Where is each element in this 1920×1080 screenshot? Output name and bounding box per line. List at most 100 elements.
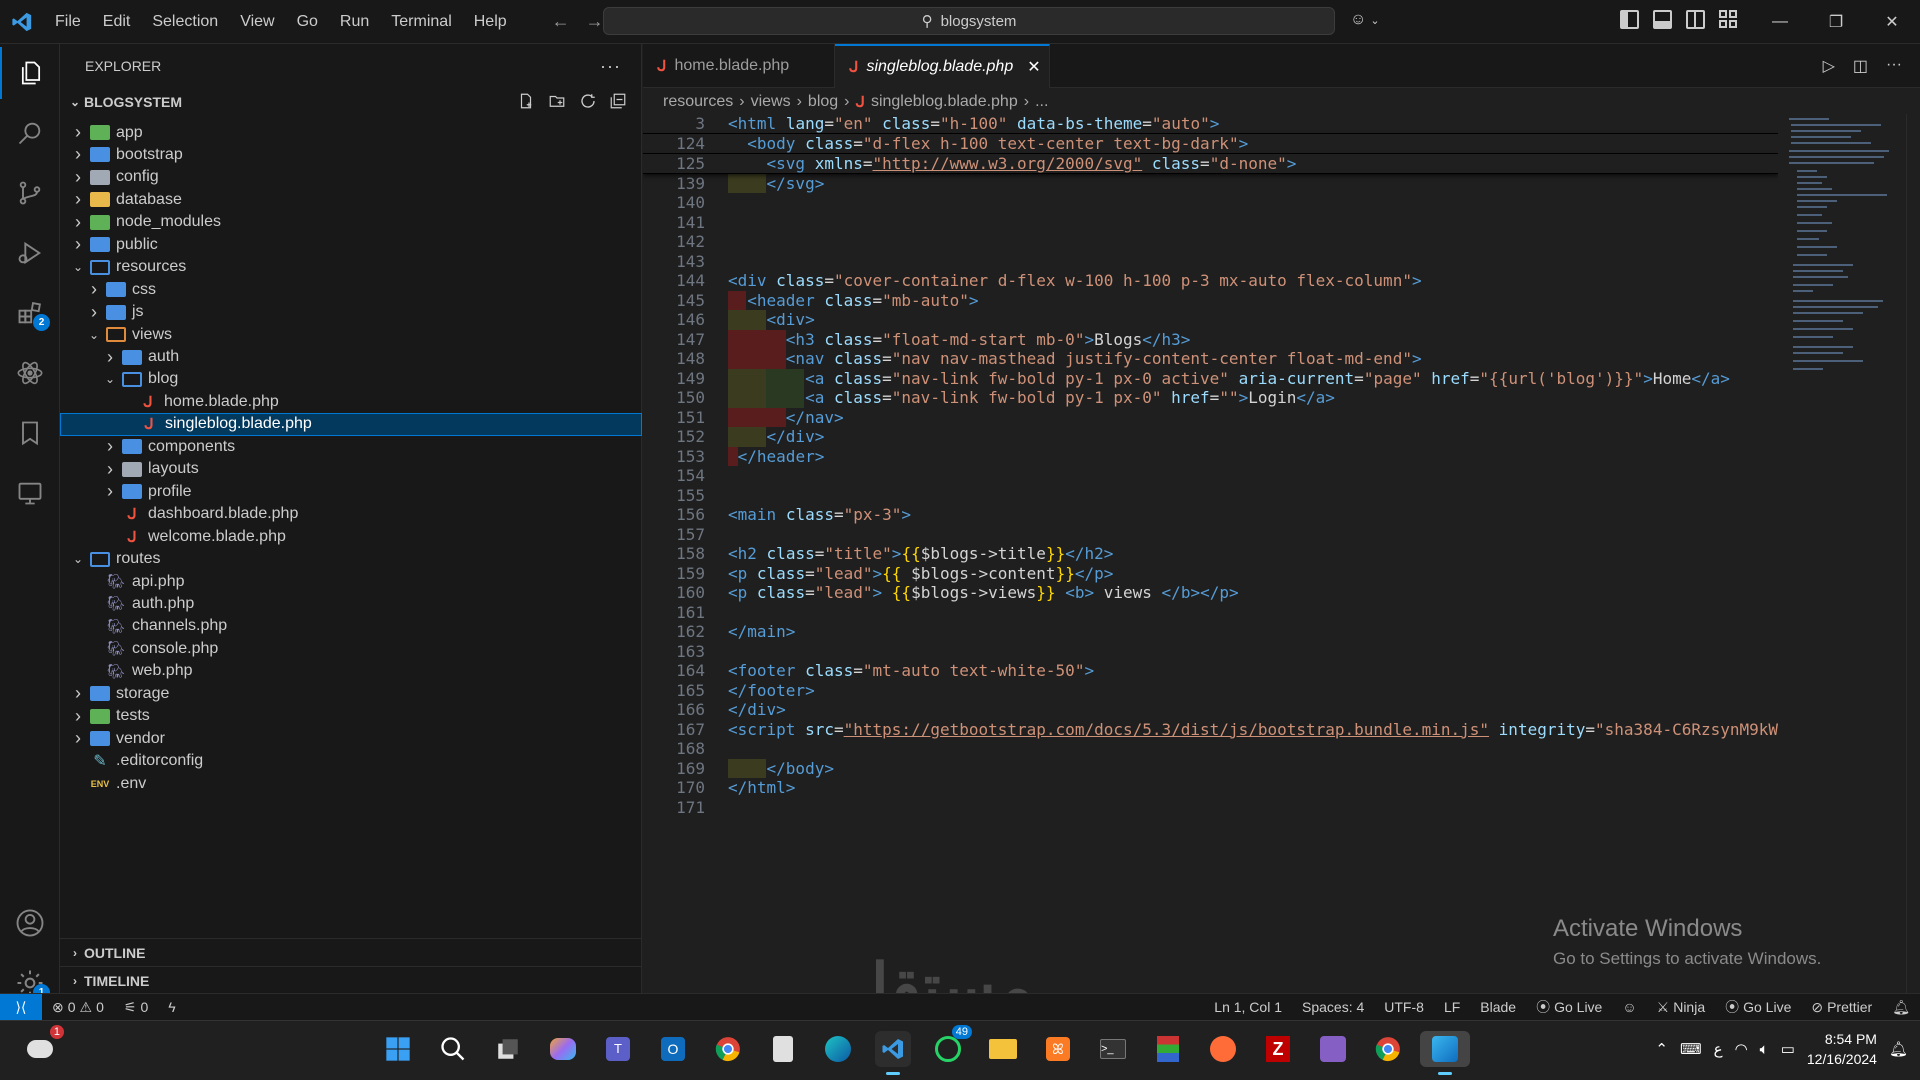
visual-studio-app-icon[interactable] bbox=[1315, 1031, 1351, 1067]
split-editor-icon[interactable]: ◫ bbox=[1853, 56, 1868, 76]
calculator-app-icon[interactable] bbox=[765, 1031, 801, 1067]
code-line[interactable]: 150 <a class="nav-link fw-bold py-1 px-0… bbox=[643, 388, 1778, 408]
menu-file[interactable]: File bbox=[44, 0, 92, 44]
tree-item[interactable]: ⌄ blog bbox=[60, 368, 642, 391]
prettier-button[interactable]: ⊘ Prettier bbox=[1801, 999, 1882, 1016]
chrome-app-icon-2[interactable] bbox=[1370, 1031, 1406, 1067]
indentation[interactable]: Spaces: 4 bbox=[1292, 999, 1374, 1015]
code-line[interactable]: 162 </main> bbox=[643, 622, 1778, 642]
clock[interactable]: 8:54 PM 12/16/2024 bbox=[1807, 1029, 1877, 1069]
refresh-icon[interactable] bbox=[579, 92, 597, 113]
extensions-icon[interactable]: 2 bbox=[0, 287, 60, 339]
tree-item[interactable]: ✎ .editorconfig bbox=[60, 750, 642, 773]
code-line[interactable]: 163 bbox=[643, 642, 1778, 662]
wifi-icon[interactable]: ◠ bbox=[1735, 1040, 1748, 1058]
tree-item[interactable]: ⌄ views bbox=[60, 323, 642, 346]
tree-item[interactable]: 🐘︎ console.php bbox=[60, 637, 642, 660]
more-actions-icon[interactable]: ··· bbox=[600, 56, 621, 77]
tree-item[interactable]: 🐘︎ channels.php bbox=[60, 615, 642, 638]
go-live-button[interactable]: ⦿ Go Live bbox=[1526, 997, 1612, 1017]
code-line[interactable]: 159 <p class="lead">{{ $blogs->content}}<… bbox=[643, 564, 1778, 584]
code-line[interactable]: 157 bbox=[643, 525, 1778, 545]
breadcrumb-item[interactable]: blog bbox=[808, 93, 838, 111]
timeline-section[interactable]: › TIMELINE bbox=[60, 966, 642, 994]
accounts-icon[interactable] bbox=[0, 897, 60, 949]
code-line[interactable]: 142 bbox=[643, 232, 1778, 252]
tree-item[interactable]: › auth bbox=[60, 346, 642, 369]
code-line[interactable]: 139 </svg> bbox=[643, 174, 1778, 194]
encoding[interactable]: UTF-8 bbox=[1374, 999, 1434, 1015]
code-line[interactable]: 155 bbox=[643, 486, 1778, 506]
breadcrumb-item[interactable]: views bbox=[751, 93, 791, 111]
tree-item[interactable]: › layouts bbox=[60, 458, 642, 481]
breadcrumb-item[interactable]: resources bbox=[663, 93, 733, 111]
tree-item[interactable]: › node_modules bbox=[60, 211, 642, 234]
file-explorer-app-icon[interactable] bbox=[985, 1031, 1021, 1067]
tree-item[interactable]: › app bbox=[60, 121, 642, 144]
toggle-primary-sidebar-icon[interactable] bbox=[1620, 10, 1639, 29]
customize-layout-icon[interactable] bbox=[1719, 10, 1738, 29]
close-button[interactable]: ✕ bbox=[1864, 0, 1920, 44]
menu-terminal[interactable]: Terminal bbox=[380, 0, 462, 44]
code-line[interactable]: 156 <main class="px-3"> bbox=[643, 505, 1778, 525]
tree-item[interactable]: 🐘︎ auth.php bbox=[60, 592, 642, 615]
search-icon[interactable] bbox=[0, 107, 60, 159]
code-line[interactable]: 151 </nav> bbox=[643, 408, 1778, 428]
vertical-scrollbar[interactable] bbox=[1906, 114, 1920, 993]
edge-app-icon[interactable] bbox=[820, 1031, 856, 1067]
tree-item[interactable]: 🐘︎ api.php bbox=[60, 570, 642, 593]
code-line[interactable]: 158 <h2 class="title">{{$blogs->title}}</… bbox=[643, 544, 1778, 564]
menu-help[interactable]: Help bbox=[463, 0, 518, 44]
code-line[interactable]: 171 bbox=[643, 798, 1778, 818]
copilot-status-icon[interactable]: ☺ bbox=[1612, 999, 1646, 1015]
sticky-scroll-line[interactable]: 3 <html lang="en" class="h-100" data-bs-t… bbox=[643, 114, 1778, 134]
toggle-secondary-sidebar-icon[interactable] bbox=[1686, 10, 1705, 29]
code-line[interactable]: 168 bbox=[643, 739, 1778, 759]
menu-view[interactable]: View bbox=[229, 0, 285, 44]
notifications-bell-icon[interactable]: 🔔︎ bbox=[1882, 999, 1920, 1016]
tab-home-blade[interactable]: ᒍ home.blade.php bbox=[643, 44, 835, 88]
tree-item[interactable]: › profile bbox=[60, 480, 642, 503]
minimap[interactable] bbox=[1783, 114, 1903, 993]
code-line[interactable]: 166 </div> bbox=[643, 700, 1778, 720]
minimize-button[interactable]: — bbox=[1752, 0, 1808, 44]
tree-item[interactable]: › components bbox=[60, 435, 642, 458]
tree-item[interactable]: › bootstrap bbox=[60, 143, 642, 166]
run-debug-icon[interactable] bbox=[0, 227, 60, 279]
remote-explorer-icon[interactable] bbox=[0, 467, 60, 519]
copilot-app-icon[interactable] bbox=[545, 1031, 581, 1067]
menu-run[interactable]: Run bbox=[329, 0, 380, 44]
code-editor[interactable]: 138 </symbol>139 </svg>140141142143144<d… bbox=[643, 114, 1778, 993]
weather-widget-icon[interactable]: 1 bbox=[22, 1025, 64, 1067]
tree-item[interactable]: ᒍ home.blade.php bbox=[60, 390, 642, 413]
code-line[interactable]: 170 </html> bbox=[643, 778, 1778, 798]
search-taskbar-icon[interactable] bbox=[435, 1031, 471, 1067]
code-line[interactable]: 141 bbox=[643, 213, 1778, 233]
command-center-search[interactable]: ⚲ blogsystem bbox=[603, 7, 1335, 35]
tree-item[interactable]: › storage bbox=[60, 682, 642, 705]
code-line[interactable]: 148 <nav class="nav nav-masthead justify… bbox=[643, 349, 1778, 369]
code-line[interactable]: 147 <h3 class="float-md-start mb-0">Blog… bbox=[643, 330, 1778, 350]
toggle-panel-icon[interactable] bbox=[1653, 10, 1672, 29]
tree-item[interactable]: › css bbox=[60, 278, 642, 301]
problems-indicator[interactable]: ⊗ 0 ⚠ 0 bbox=[42, 999, 114, 1016]
tree-item[interactable]: ⌄ resources bbox=[60, 256, 642, 279]
sticky-scroll-line[interactable]: 125 <svg xmlns="http://www.w3.org/2000/s… bbox=[643, 154, 1778, 174]
tree-item[interactable]: › vendor bbox=[60, 727, 642, 750]
menu-selection[interactable]: Selection bbox=[141, 0, 229, 44]
close-tab-icon[interactable]: ✕ bbox=[1027, 57, 1040, 77]
volume-icon[interactable]: 🔈︎ bbox=[1760, 1041, 1769, 1058]
code-line[interactable]: 164 <footer class="mt-auto text-white-50"… bbox=[643, 661, 1778, 681]
tree-item[interactable]: ᒍ singleblog.blade.php bbox=[60, 412, 642, 436]
chevron-up-icon[interactable]: ⌃ bbox=[1655, 1040, 1668, 1058]
outlook-app-icon[interactable]: O bbox=[655, 1031, 691, 1067]
bookmark-icon[interactable] bbox=[0, 407, 60, 459]
whatsapp-app-icon[interactable]: 49 bbox=[930, 1025, 972, 1067]
code-line[interactable]: 144 <div class="cover-container d-flex w-… bbox=[643, 271, 1778, 291]
paint-app-icon[interactable] bbox=[1420, 1031, 1470, 1075]
battery-icon[interactable]: ▭ bbox=[1781, 1040, 1795, 1058]
end-of-line[interactable]: LF bbox=[1434, 999, 1470, 1015]
project-header[interactable]: ⌄ BLOGSYSTEM bbox=[60, 88, 641, 116]
restore-button[interactable]: ❐ bbox=[1808, 0, 1864, 44]
back-arrow-icon[interactable]: ← bbox=[552, 11, 570, 32]
